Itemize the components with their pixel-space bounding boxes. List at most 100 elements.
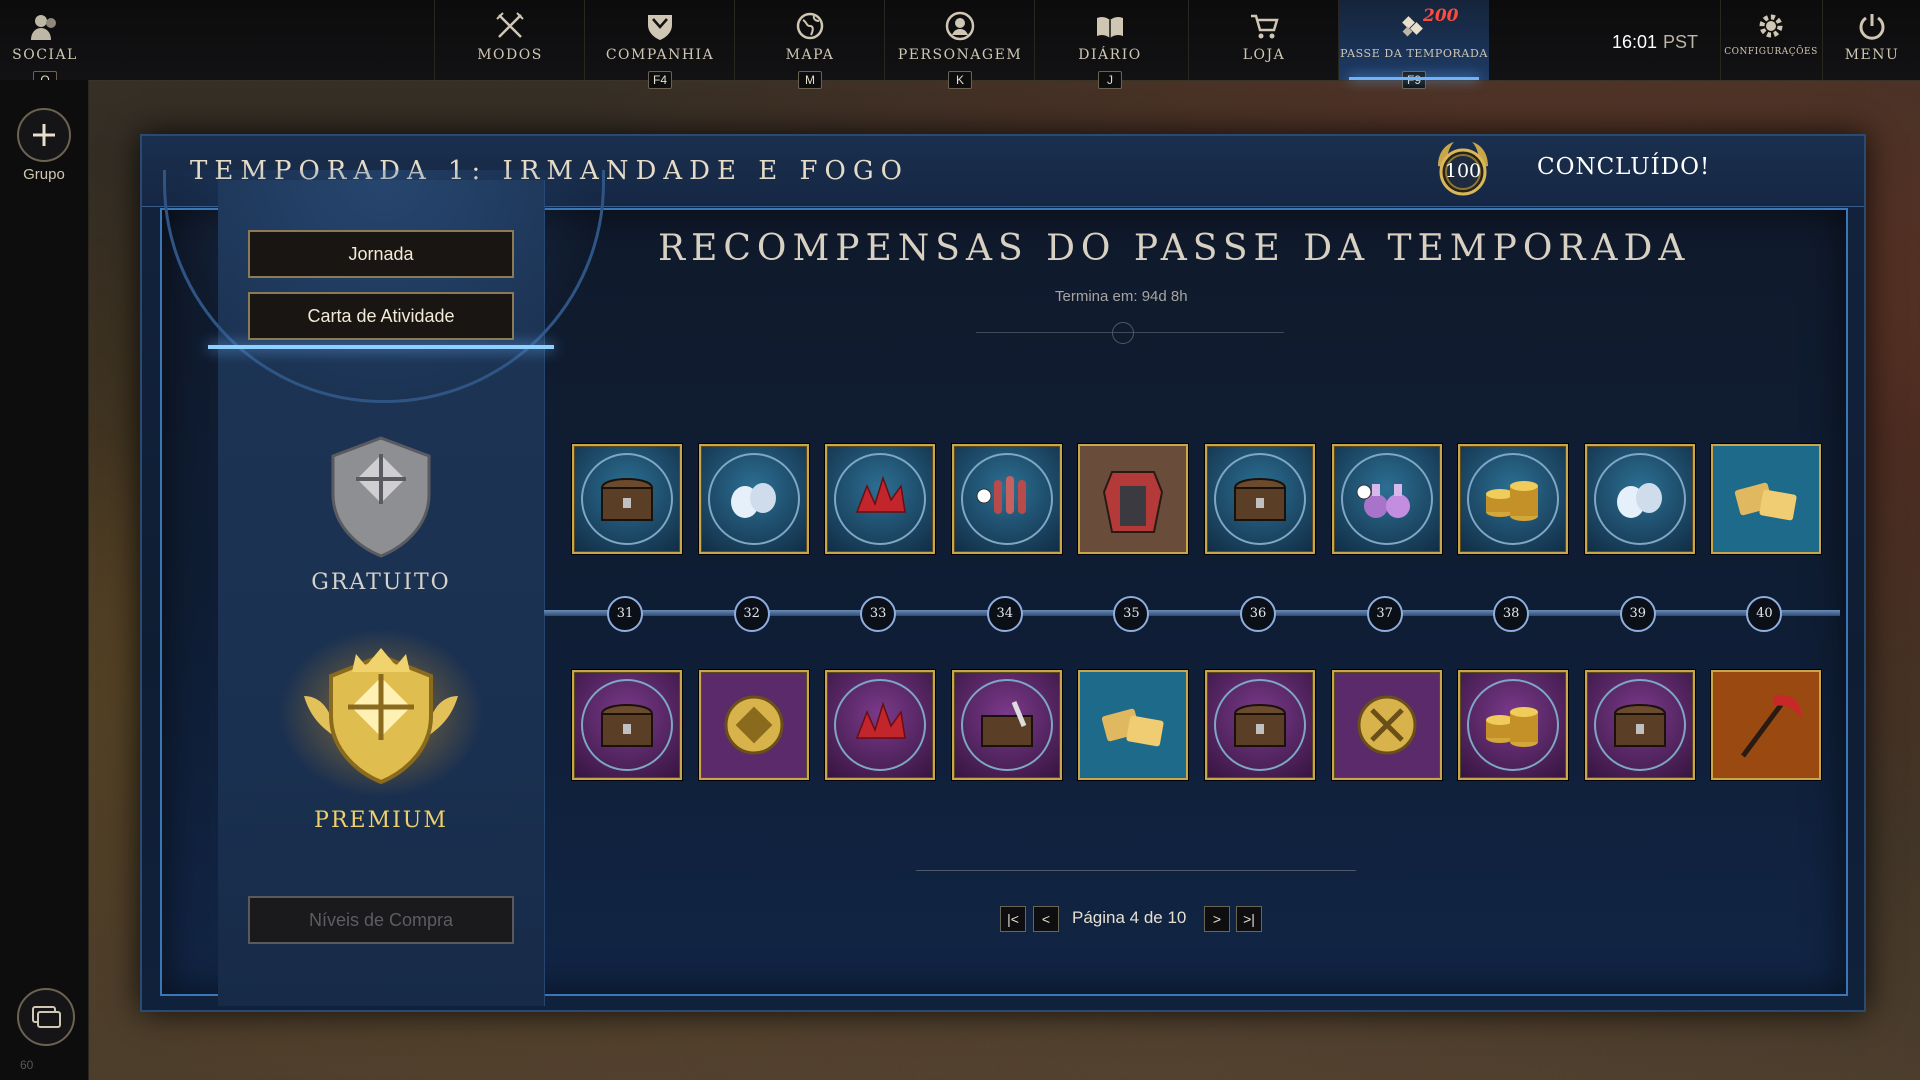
nav-loja[interactable]: LOJA [1188,0,1339,80]
nav-loja-label: LOJA [1242,47,1286,63]
cart-icon [1189,10,1339,44]
nav-diario-key: J [1098,71,1122,89]
clock-time: 16:01 [1612,32,1658,52]
pager-divider [916,870,1356,871]
nav-personagem-label: PERSONAGEM [897,47,1023,63]
nav-personagem-key: K [948,71,972,89]
globe-icon [735,10,885,44]
nav-social[interactable]: SOCIAL O [0,0,90,89]
tickets-icon [1080,672,1187,778]
premium-reward-slot[interactable] [951,670,1062,780]
coins-icon [1486,707,1539,747]
nav-companhia[interactable]: COMPANHIA F4 [584,0,735,89]
level-medal: 100 [1428,136,1498,206]
tab-carta-de-atividade[interactable]: Carta de Atividade [248,292,514,340]
nav-passe-key: F9 [1401,71,1427,89]
level-node: 31 [607,596,643,632]
level-node: 33 [860,596,897,632]
buy-levels-button[interactable]: Níveis de Compra [248,896,514,944]
nav-configuracoes[interactable]: CONFIGURAÇÕES [1720,0,1821,80]
clock-timezone: PST [1663,32,1699,52]
level-node: 32 [733,596,770,632]
nav-passe-label: PASSE DA TEMPORADA [1340,47,1488,60]
nav-passe-da-temporada[interactable]: 200 PASSE DA TEMPORADA F9 [1338,0,1489,89]
chat-button[interactable] [17,988,75,1046]
chest-icon [600,478,654,521]
armor-skin-icon [1080,446,1187,552]
premium-reward-slot[interactable] [572,670,682,780]
level-value: 100 [1444,160,1482,182]
free-reward-slot[interactable] [1205,444,1315,554]
level-node: 34 [986,596,1023,632]
premium-reward-slot[interactable] [1078,670,1189,780]
pearls-icon [1616,483,1662,518]
journal-icon [1035,10,1185,44]
gear-icon [1721,10,1821,44]
first-page-icon: |< [1007,911,1019,927]
group-label: Grupo [23,166,65,183]
add-group-button[interactable] [17,108,71,162]
prev-page-button[interactable]: < [1033,906,1059,932]
tier-column: Jornada Carta de Atividade GRATUITO PREM… [163,170,605,1006]
premium-reward-slot[interactable] [825,670,936,780]
rewards-title: RECOMPENSAS DO PASSE DA TEMPORADA [658,228,1691,269]
nav-menu-label: MENU [1844,47,1900,63]
free-reward-slot[interactable] [951,444,1062,554]
tier-premium-label: PREMIUM [314,808,448,833]
last-page-button[interactable]: >| [1236,906,1262,932]
free-reward-slot[interactable] [572,444,682,554]
nav-mapa-key: M [798,71,822,89]
premium-reward-slot[interactable] [1458,670,1569,780]
free-reward-slot[interactable] [1584,444,1695,554]
scythe-icon [1713,672,1820,778]
chest-icon [1233,478,1287,521]
nav-diario[interactable]: DIÁRIO J [1034,0,1185,89]
chevron-right-icon: > [1212,911,1222,927]
nav-personagem[interactable]: PERSONAGEM K [884,0,1035,89]
top-nav-bar: SOCIAL O MODOS COMPANHIA F4 MAPA M PERSO… [0,0,1920,89]
nav-diario-label: DIÁRIO [1078,47,1142,63]
crossed-tools-icon [1357,695,1417,755]
first-page-button[interactable]: |< [1000,906,1026,932]
level-node: 38 [1493,596,1530,632]
emblem-icon [724,695,784,755]
tier-free-label: GRATUITO [311,570,451,595]
free-reward-slot[interactable] [698,444,809,554]
clock: 16:01 PST [1612,32,1698,53]
brush-chest-icon [980,701,1033,747]
nav-modos[interactable]: MODOS [434,0,585,80]
premium-reward-slot[interactable] [1711,670,1822,780]
premium-reward-slot[interactable] [1331,670,1442,780]
chat-icon [32,1006,61,1028]
last-page-icon: >| [1243,911,1255,927]
nav-social-label: SOCIAL [12,47,78,63]
pearls-icon [730,483,776,518]
chest-icon [1613,704,1666,747]
potions-icon [1356,484,1410,518]
next-page-button[interactable]: > [1204,906,1230,932]
nav-mapa[interactable]: MAPA M [734,0,885,89]
season-pass-badge: 200 [1423,6,1459,26]
free-reward-slot[interactable] [1331,444,1442,554]
company-shield-icon [585,10,735,44]
season-ends-label: Termina em: 94d 8h [1055,288,1188,305]
level-node: 36 [1240,596,1276,632]
nav-configuracoes-label: CONFIGURAÇÕES [1724,47,1818,57]
level-node: 39 [1619,596,1656,632]
free-reward-slot[interactable] [1711,444,1822,554]
crossed-swords-icon [435,10,585,44]
vials-icon [976,476,1026,514]
free-reward-slot[interactable] [1458,444,1569,554]
premium-reward-slot[interactable] [1205,670,1315,780]
premium-reward-slot[interactable] [1584,670,1695,780]
tab-jornada[interactable]: Jornada [248,230,514,278]
coins-icon [1486,481,1539,521]
plus-icon [33,124,55,146]
nav-menu[interactable]: MENU [1822,0,1920,80]
free-reward-slot[interactable] [825,444,936,554]
chevron-left-icon: < [1041,911,1051,927]
tab-arc-decoration [163,170,605,403]
level-node: 37 [1366,596,1403,632]
free-reward-slot[interactable] [1078,444,1189,554]
premium-reward-slot[interactable] [698,670,809,780]
